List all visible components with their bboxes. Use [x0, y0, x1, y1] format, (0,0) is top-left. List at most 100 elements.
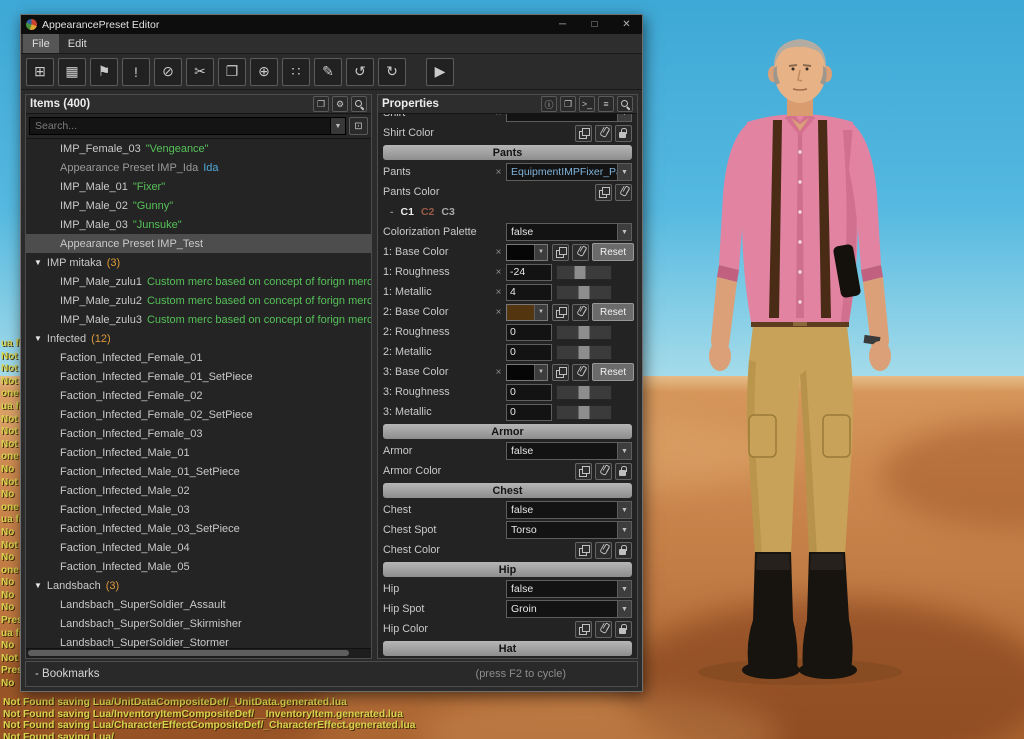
dropdown[interactable]: false▼: [506, 580, 632, 598]
reset-button[interactable]: Reset: [592, 363, 634, 381]
items-hscrollbar-thumb[interactable]: [28, 650, 349, 656]
clip-icon[interactable]: [595, 463, 612, 480]
maximize-button[interactable]: □: [581, 16, 608, 33]
palette-tab-C3[interactable]: C3: [441, 206, 454, 218]
copy-icon[interactable]: [575, 463, 592, 480]
tree-item-row[interactable]: Faction_Infected_Male_03: [26, 500, 371, 519]
tree-item-row[interactable]: Faction_Infected_Male_01: [26, 443, 371, 462]
clear-button[interactable]: ×: [495, 247, 502, 258]
tree-item-row[interactable]: Landsbach_SuperSoldier_Assault: [26, 595, 371, 614]
clip-icon[interactable]: [572, 364, 589, 381]
tree-group-row[interactable]: ▼Landsbach(3): [26, 576, 371, 595]
dropdown-arrow-icon[interactable]: ▼: [617, 164, 631, 180]
color-swatch[interactable]: ▼: [506, 244, 548, 261]
tree-group-row[interactable]: ▼IMP mitaka(3): [26, 253, 371, 272]
tree-item-row[interactable]: Faction_Infected_Female_02_SetPiece: [26, 405, 371, 424]
tree-item-row[interactable]: Faction_Infected_Female_03: [26, 424, 371, 443]
slider-handle[interactable]: [579, 406, 590, 419]
tree-item-row[interactable]: IMP_Male_zulu1Custom merc based on conce…: [26, 272, 371, 291]
number-input[interactable]: [507, 385, 551, 400]
collapse-arrow-icon[interactable]: ▼: [34, 334, 42, 343]
reset-button[interactable]: Reset: [592, 243, 634, 261]
titlebar[interactable]: AppearancePreset Editor ─ □ ✕: [21, 15, 642, 34]
tree-item-row[interactable]: Faction_Infected_Male_03_SetPiece: [26, 519, 371, 538]
new-file-button[interactable]: ⊞: [26, 58, 54, 86]
tree-item-row[interactable]: Faction_Infected_Male_01_SetPiece: [26, 462, 371, 481]
color-swatch[interactable]: ▼: [506, 364, 548, 381]
dropdown[interactable]: false▼: [506, 442, 632, 460]
palette-tab-C1[interactable]: C1: [401, 206, 414, 218]
dropdown[interactable]: false▼: [506, 223, 632, 241]
bookmark-button[interactable]: ⚑: [90, 58, 118, 86]
clear-button[interactable]: ×: [495, 114, 502, 119]
close-button[interactable]: ✕: [613, 16, 640, 33]
clear-button[interactable]: ×: [495, 267, 502, 278]
clip-icon[interactable]: [595, 542, 612, 559]
dropdown[interactable]: Torso▼: [506, 521, 632, 539]
copy-icon[interactable]: [552, 304, 569, 321]
tree-item-row[interactable]: Appearance Preset IMP_IdaIda: [26, 158, 371, 177]
color-swatch[interactable]: ▼: [506, 304, 548, 321]
collapse-arrow-icon[interactable]: ▼: [34, 258, 42, 267]
brush-button[interactable]: ✎: [314, 58, 342, 86]
lock-icon[interactable]: [615, 125, 632, 142]
lock-icon[interactable]: [615, 621, 632, 638]
menu-edit[interactable]: Edit: [59, 34, 96, 53]
search-dropdown-arrow-icon[interactable]: ▼: [330, 118, 345, 134]
tree-item-row[interactable]: IMP_Female_03"Vengeance": [26, 139, 371, 158]
disable-button[interactable]: ⊘: [154, 58, 182, 86]
slider[interactable]: [556, 325, 612, 340]
dropdown-arrow-icon[interactable]: ▼: [617, 581, 631, 597]
dropdown-arrow-icon[interactable]: ▼: [617, 443, 631, 459]
tree-group-row[interactable]: ▼Infected(12): [26, 329, 371, 348]
tree-item-row[interactable]: IMP_Male_03"Junsuke": [26, 215, 371, 234]
lock-icon[interactable]: [615, 463, 632, 480]
dropdown-arrow-icon[interactable]: ▼: [617, 522, 631, 538]
dropdown-arrow-icon[interactable]: ▼: [617, 224, 631, 240]
dropdown-arrow-icon[interactable]: ▼: [617, 502, 631, 518]
copy-icon[interactable]: [595, 184, 612, 201]
tree-item-row[interactable]: Faction_Infected_Female_02: [26, 386, 371, 405]
number-input[interactable]: [507, 405, 551, 420]
slider-handle[interactable]: [579, 346, 590, 359]
lock-icon[interactable]: [615, 542, 632, 559]
slider[interactable]: [556, 265, 612, 280]
alert-button[interactable]: !: [122, 58, 150, 86]
slider[interactable]: [556, 385, 612, 400]
clip-icon[interactable]: [615, 184, 632, 201]
tree-item-row[interactable]: Faction_Infected_Female_01_SetPiece: [26, 367, 371, 386]
info-icon[interactable]: ⓘ: [541, 96, 557, 112]
tree-item-row[interactable]: Faction_Infected_Male_05: [26, 557, 371, 576]
dropdown-arrow-icon[interactable]: ▼: [534, 365, 547, 380]
tree-item-row[interactable]: Faction_Infected_Female_01: [26, 348, 371, 367]
dropdown-arrow-icon[interactable]: ▼: [534, 245, 547, 260]
tree-item-row[interactable]: Landsbach_SuperSoldier_Stormer: [26, 633, 371, 648]
dropdown-arrow-icon[interactable]: ▼: [534, 305, 547, 320]
copy-icon[interactable]: [552, 364, 569, 381]
tree-item-row[interactable]: IMP_Male_02"Gunny": [26, 196, 371, 215]
nodes-button[interactable]: ∷: [282, 58, 310, 86]
search-box[interactable]: ▼: [29, 117, 346, 135]
dropdown-arrow-icon[interactable]: ▼: [617, 114, 631, 121]
collapse-arrow-icon[interactable]: ▼: [34, 581, 42, 590]
slider-handle[interactable]: [579, 286, 590, 299]
minimize-button[interactable]: ─: [549, 16, 576, 33]
tree-item-row[interactable]: IMP_Male_01"Fixer": [26, 177, 371, 196]
clear-button[interactable]: ×: [495, 367, 502, 378]
tree-item-row[interactable]: Faction_Infected_Male_04: [26, 538, 371, 557]
tree-item-row[interactable]: Appearance Preset IMP_Test: [26, 234, 371, 253]
menu-file[interactable]: File: [23, 34, 59, 53]
copy-icon[interactable]: [575, 621, 592, 638]
clear-button[interactable]: ×: [495, 167, 502, 178]
tools-button[interactable]: ✂: [186, 58, 214, 86]
settings-icon[interactable]: ⚙: [332, 96, 348, 112]
clip-icon[interactable]: [572, 304, 589, 321]
dropdown[interactable]: Groin▼: [506, 600, 632, 618]
duplicate-icon[interactable]: ❐: [560, 96, 576, 112]
search-icon[interactable]: [351, 96, 367, 112]
clip-icon[interactable]: [572, 244, 589, 261]
search-icon[interactable]: [617, 96, 633, 112]
tree-item-row[interactable]: IMP_Male_zulu3Custom merc based on conce…: [26, 310, 371, 329]
number-input[interactable]: [507, 265, 551, 280]
console-icon[interactable]: >_: [579, 96, 595, 112]
